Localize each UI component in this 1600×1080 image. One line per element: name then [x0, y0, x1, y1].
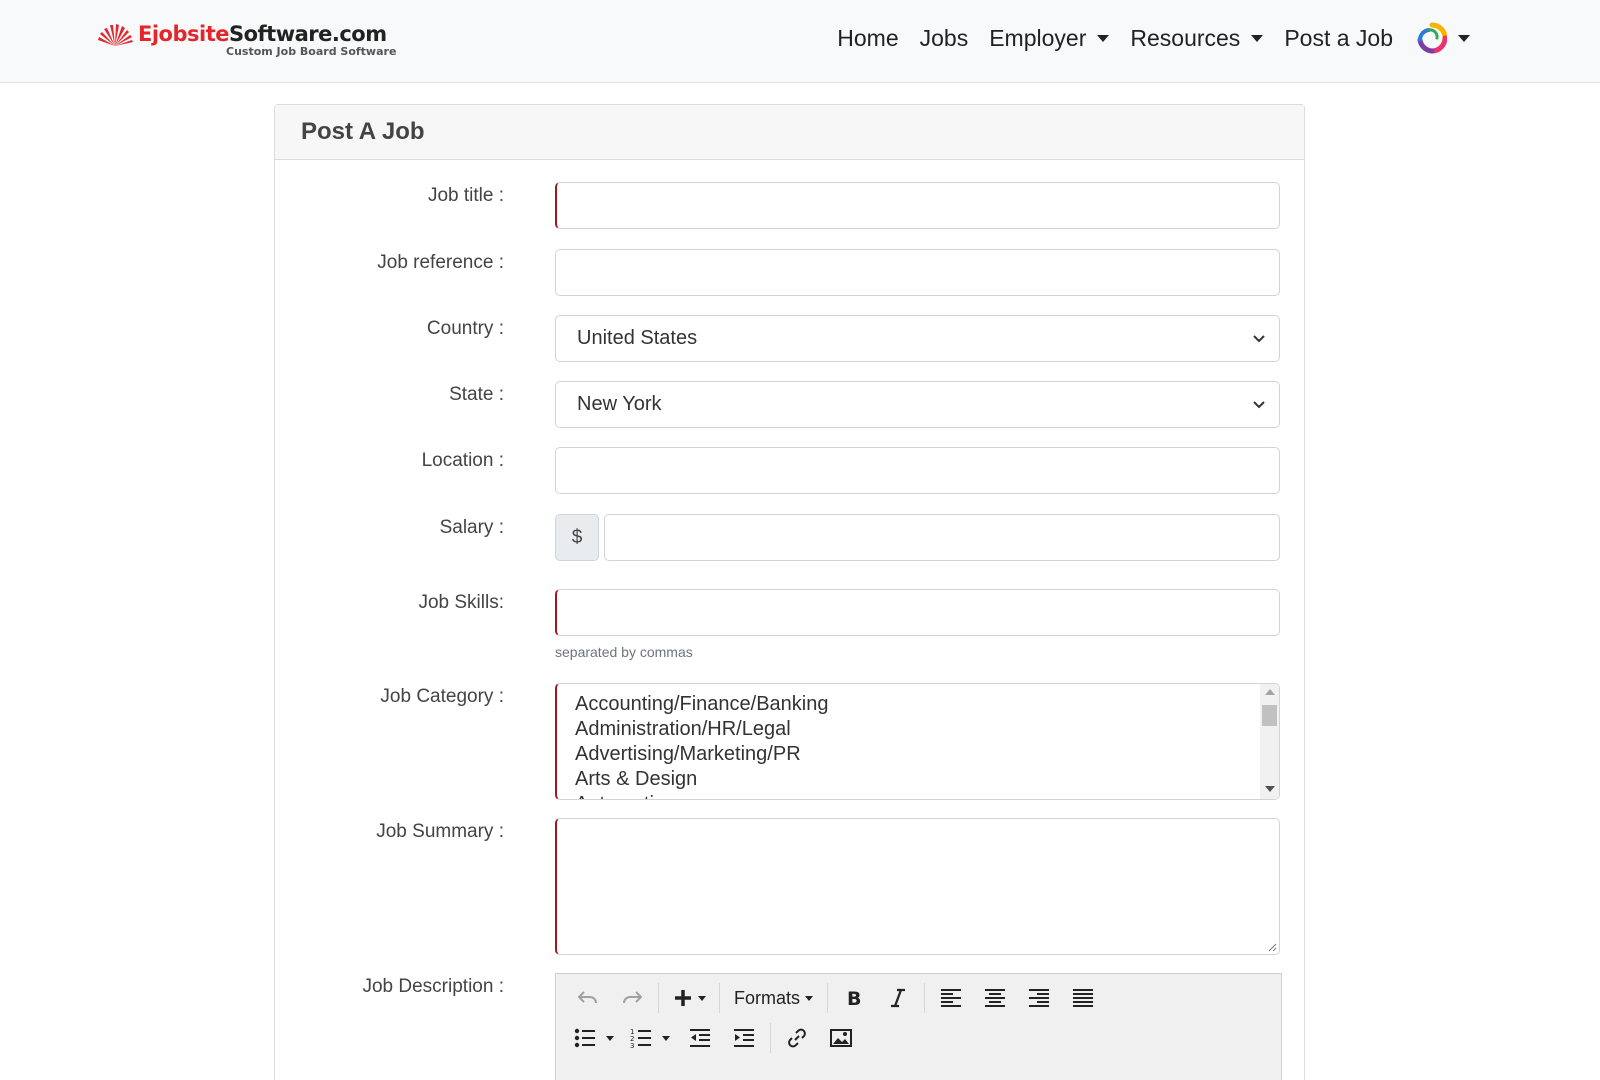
toolbar-divider — [658, 983, 659, 1013]
svg-text:B: B — [847, 988, 861, 1008]
resize-handle-icon[interactable] — [1267, 942, 1277, 952]
country-label: Country : — [426, 318, 504, 339]
undo-icon[interactable] — [566, 982, 610, 1014]
nav-post-a-job-label: Post a Job — [1284, 24, 1393, 51]
nav-resources-label: Resources — [1130, 24, 1241, 51]
caret-down-icon — [662, 1035, 670, 1041]
logo-fan-icon — [98, 24, 133, 46]
align-justify-icon[interactable] — [1061, 982, 1105, 1014]
job-summary-textarea[interactable] — [555, 818, 1280, 955]
caret-down-icon — [606, 1035, 614, 1041]
salary-label: Salary : — [439, 517, 504, 538]
caret-down-icon — [1251, 34, 1264, 42]
editor-toolbar-row-2: 123 — [566, 1022, 863, 1054]
toolbar-divider — [770, 1023, 771, 1053]
list-item[interactable]: Administration/HR/Legal — [575, 717, 1279, 742]
job-reference-input[interactable] — [555, 249, 1280, 296]
country-select[interactable]: United States — [555, 315, 1280, 362]
user-menu-dropdown[interactable] — [1417, 22, 1470, 54]
caret-down-icon — [1458, 34, 1470, 42]
nav-home[interactable]: Home — [837, 25, 898, 52]
formats-label: Formats — [734, 987, 801, 1008]
job-title-input[interactable] — [555, 182, 1280, 229]
salary-input[interactable] — [604, 514, 1280, 561]
caret-down-icon — [1097, 34, 1110, 42]
nav-employer-label: Employer — [989, 24, 1087, 51]
job-description-label: Job Description : — [362, 976, 504, 997]
location-input[interactable] — [555, 447, 1280, 494]
toolbar-divider — [924, 983, 926, 1013]
chevron-down-icon — [1253, 335, 1265, 343]
job-category-label: Job Category : — [380, 686, 504, 707]
user-avatar-icon — [1417, 22, 1447, 54]
image-icon[interactable] — [819, 1022, 863, 1054]
toolbar-divider — [827, 983, 829, 1013]
link-icon[interactable] — [775, 1022, 819, 1054]
nav-post-a-job[interactable]: Post a Job — [1284, 25, 1393, 52]
chevron-down-icon — [1253, 401, 1265, 409]
job-skills-label: Job Skills: — [418, 592, 504, 613]
nav-jobs[interactable]: Jobs — [920, 25, 969, 52]
list-item[interactable]: Accounting/Finance/Banking — [575, 692, 1279, 717]
main-nav: Home Jobs Employer Resources Post a Job — [816, 22, 1470, 54]
scroll-thumb[interactable] — [1262, 705, 1277, 726]
bold-icon[interactable]: B — [832, 982, 876, 1014]
numbered-list-icon[interactable]: 123 — [622, 1022, 678, 1054]
align-right-icon[interactable] — [1017, 982, 1061, 1014]
indent-icon[interactable] — [722, 1022, 766, 1054]
editor-toolbar-row-1: Formats B — [566, 982, 1105, 1014]
formats-dropdown[interactable]: Formats — [724, 982, 823, 1014]
location-label: Location : — [421, 450, 504, 471]
bullet-list-icon[interactable] — [566, 1022, 622, 1054]
svg-text:3: 3 — [630, 1042, 634, 1048]
caret-down-icon — [805, 995, 814, 1001]
post-job-card: Post A Job Job title : Job reference : C… — [274, 104, 1305, 1080]
nav-home-label: Home — [837, 24, 899, 51]
job-title-label: Job title : — [427, 185, 504, 206]
job-category-listbox[interactable]: Accounting/Finance/Banking Administratio… — [555, 683, 1280, 800]
country-selected-value: United States — [577, 327, 698, 349]
brand-tagline: Custom Job Board Software — [226, 45, 397, 58]
list-item[interactable]: Automotive — [575, 792, 1279, 799]
job-reference-label: Job reference : — [377, 252, 504, 273]
state-label: State : — [449, 384, 504, 405]
job-skills-input[interactable] — [555, 589, 1280, 636]
state-selected-value: New York — [577, 393, 662, 415]
nav-resources-dropdown[interactable]: Resources — [1130, 24, 1264, 52]
job-description-editor[interactable]: Formats B 1 2 3 — [555, 973, 1282, 1080]
job-summary-label: Job Summary : — [376, 821, 504, 842]
toolbar-divider — [719, 983, 720, 1013]
brand-name-part1: Ejobsite — [138, 22, 229, 46]
card-header: Post A Job — [275, 105, 1304, 160]
top-navbar: EjobsiteSoftware.com Custom Job Board So… — [0, 0, 1600, 83]
align-left-icon[interactable] — [929, 982, 973, 1014]
brand-name-part2: Software.com — [228, 22, 387, 46]
salary-currency-prefix: $ — [555, 514, 599, 561]
job-skills-help-text: separated by commas — [555, 644, 693, 660]
brand-logo[interactable]: EjobsiteSoftware.com Custom Job Board So… — [96, 22, 396, 62]
italic-icon[interactable] — [876, 982, 920, 1014]
caret-down-icon — [697, 995, 706, 1001]
list-item[interactable]: Arts & Design — [575, 767, 1279, 792]
scroll-up-icon[interactable] — [1265, 689, 1275, 695]
brand-name: EjobsiteSoftware.com — [138, 22, 387, 46]
state-select[interactable]: New York — [555, 381, 1280, 428]
redo-icon[interactable] — [610, 982, 654, 1014]
list-item[interactable]: Advertising/Marketing/PR — [575, 742, 1279, 767]
listbox-scrollbar[interactable] — [1260, 684, 1279, 799]
scroll-down-icon[interactable] — [1265, 786, 1275, 792]
outdent-icon[interactable] — [678, 1022, 722, 1054]
align-center-icon[interactable] — [973, 982, 1017, 1014]
page-title: Post A Job — [301, 118, 425, 145]
insert-icon[interactable] — [663, 982, 715, 1014]
nav-employer-dropdown[interactable]: Employer — [989, 24, 1110, 52]
nav-jobs-label: Jobs — [919, 24, 969, 51]
